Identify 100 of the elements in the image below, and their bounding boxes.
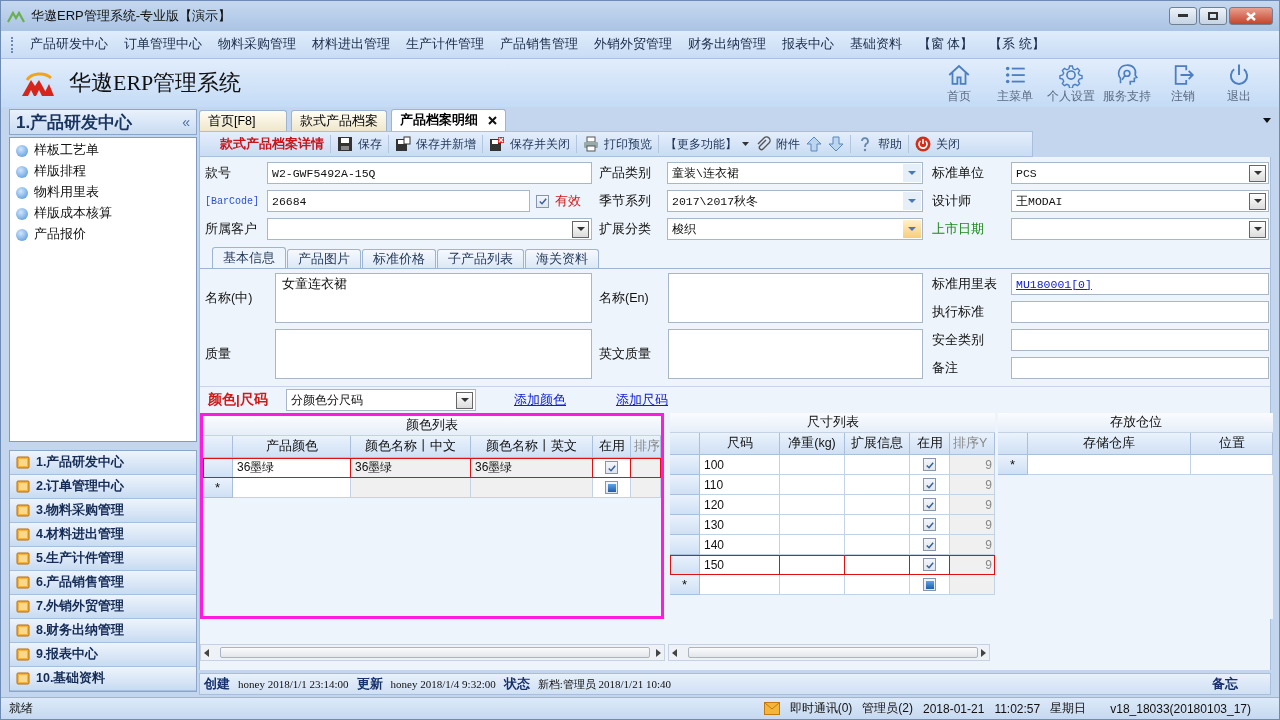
tab[interactable]: 子产品列表: [437, 249, 524, 268]
text-field[interactable]: [1011, 301, 1269, 323]
table-row[interactable]: 110 9: [670, 475, 995, 495]
link[interactable]: 添加颜色: [514, 391, 566, 409]
checkbox[interactable]: [923, 478, 936, 491]
column-header[interactable]: 尺码: [700, 433, 780, 455]
toolbar-button[interactable]: 首页: [933, 61, 985, 105]
menu-item[interactable]: 【系 统】: [981, 36, 1053, 53]
toolbar-button[interactable]: 保存并新增: [395, 135, 476, 153]
tab[interactable]: 海关资料: [525, 249, 599, 268]
link[interactable]: 添加尺码: [616, 391, 668, 409]
module-button[interactable]: 3.物料采购管理: [10, 499, 196, 523]
dropdown-field[interactable]: PCS: [1011, 162, 1269, 184]
dropdown-field[interactable]: [267, 218, 592, 240]
column-header[interactable]: 颜色名称丨中文: [351, 436, 471, 458]
link-field[interactable]: MU180001[0]: [1011, 273, 1269, 295]
close-button[interactable]: [1229, 7, 1273, 25]
combo-field[interactable]: 2017\2017秋冬: [667, 190, 923, 212]
dropdown-button[interactable]: [456, 391, 473, 409]
column-header[interactable]: 在用: [593, 436, 631, 458]
menu-item[interactable]: 物料采购管理: [210, 36, 304, 53]
sidebar-item[interactable]: 产品报价: [10, 224, 196, 245]
module-button[interactable]: 5.生产计件管理: [10, 547, 196, 571]
left-arrow-icon[interactable]: [672, 648, 678, 657]
table-row[interactable]: 36墨绿 36墨绿 36墨绿: [203, 458, 661, 478]
module-button[interactable]: 6.产品销售管理: [10, 571, 196, 595]
sidebar-item[interactable]: 样板工艺单: [10, 140, 196, 161]
menu-item[interactable]: 报表中心: [774, 36, 842, 53]
menu-item[interactable]: 材料进出管理: [304, 36, 398, 53]
column-header[interactable]: 存储仓库: [1028, 433, 1191, 455]
menu-item[interactable]: 订单管理中心: [116, 36, 210, 53]
toolbar-button[interactable]: 附件: [755, 135, 800, 153]
field-link[interactable]: [BarCode]: [205, 195, 267, 207]
memo-label[interactable]: 备忘: [1212, 675, 1238, 693]
module-button[interactable]: 10.基础资料: [10, 667, 196, 691]
menu-item[interactable]: 基础资料: [842, 36, 910, 53]
checkbox[interactable]: [605, 461, 618, 474]
table-row[interactable]: 150 9: [670, 555, 995, 575]
checkbox[interactable]: [923, 538, 936, 551]
icon-button[interactable]: [806, 136, 822, 152]
scrollbar-thumb[interactable]: [220, 647, 650, 658]
sidebar-item[interactable]: 样版排程: [10, 161, 196, 182]
toolbar-button[interactable]: 关闭: [915, 135, 960, 153]
checkbox[interactable]: [923, 578, 936, 591]
menu-button[interactable]: 【更多功能】: [665, 135, 749, 153]
combo-field[interactable]: 梭织: [667, 218, 923, 240]
scrollbar-thumb[interactable]: [688, 647, 978, 658]
module-button[interactable]: 2.订单管理中心: [10, 475, 196, 499]
dropdown-field[interactable]: 分颜色分尺码: [286, 389, 476, 411]
horizontal-scrollbar[interactable]: [200, 644, 665, 661]
tab[interactable]: 首页[F8]: [199, 110, 287, 131]
module-button[interactable]: 8.财务出纳管理: [10, 619, 196, 643]
toolbar-button[interactable]: 帮助: [857, 135, 902, 153]
tab[interactable]: 产品档案明细: [391, 109, 506, 131]
checkbox[interactable]: [923, 458, 936, 471]
collapse-button[interactable]: «: [182, 114, 190, 130]
toolbar-button[interactable]: 保存: [337, 135, 382, 153]
dropdown-field[interactable]: [1011, 218, 1269, 240]
dropdown-button[interactable]: [1249, 220, 1266, 238]
column-header[interactable]: 位置: [1191, 433, 1273, 455]
checkbox[interactable]: [923, 518, 936, 531]
toolbar-button[interactable]: 主菜单: [989, 61, 1041, 105]
table-row[interactable]: 130 9: [670, 515, 995, 535]
dropdown-field[interactable]: 王MODAI: [1011, 190, 1269, 212]
column-header[interactable]: 扩展信息: [845, 433, 910, 455]
sidebar-item[interactable]: 物料用里表: [10, 182, 196, 203]
dropdown-button[interactable]: [1249, 192, 1266, 210]
column-header[interactable]: 产品颜色: [233, 436, 351, 458]
menu-item[interactable]: 外销外贸管理: [586, 36, 680, 53]
checkbox[interactable]: [923, 558, 936, 571]
envelope-icon[interactable]: [763, 702, 780, 715]
dropdown-button[interactable]: [572, 220, 589, 238]
row-header[interactable]: [203, 458, 233, 478]
menu-item[interactable]: 【窗 体】: [910, 36, 982, 53]
status-text[interactable]: 即时通讯(0): [789, 700, 853, 717]
maximize-button[interactable]: [1199, 7, 1227, 25]
icon-button[interactable]: [828, 136, 844, 152]
module-button[interactable]: 1.产品研发中心: [10, 451, 196, 475]
module-button[interactable]: 9.报表中心: [10, 643, 196, 667]
table-row[interactable]: 120 9: [670, 495, 995, 515]
text-field[interactable]: W2-GWF5492A-15Q: [267, 162, 592, 184]
tab[interactable]: 标准价格: [362, 249, 436, 268]
table-row[interactable]: 140 9: [670, 535, 995, 555]
toolbar-button[interactable]: 服务支持: [1101, 61, 1153, 105]
combo-field[interactable]: 童装\连衣裙: [667, 162, 923, 184]
module-button[interactable]: 4.材料进出管理: [10, 523, 196, 547]
text-field[interactable]: [1011, 357, 1269, 379]
close-icon[interactable]: [488, 116, 497, 125]
minimize-button[interactable]: [1169, 7, 1197, 25]
table-row[interactable]: 100 9: [670, 455, 995, 475]
left-arrow-icon[interactable]: [204, 648, 210, 657]
column-header[interactable]: 颜色名称丨英文: [471, 436, 593, 458]
checkbox[interactable]: [923, 498, 936, 511]
column-header[interactable]: 在用: [910, 433, 950, 455]
caret-icon[interactable]: [1263, 117, 1271, 123]
menu-item[interactable]: 生产计件管理: [398, 36, 492, 53]
column-header[interactable]: 净重(kg): [780, 433, 845, 455]
text-area[interactable]: 女童连衣裙: [275, 273, 592, 323]
module-button[interactable]: 7.外销外贸管理: [10, 595, 196, 619]
dropdown-button[interactable]: [1249, 164, 1266, 182]
